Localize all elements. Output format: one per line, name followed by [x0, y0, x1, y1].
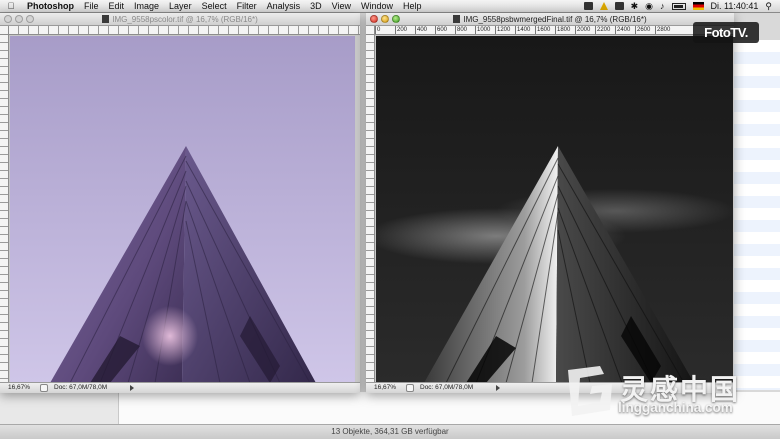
building-photo-color [10, 36, 355, 383]
window-title: IMG_9558psbwmergedFinal.tif @ 16,7% (RGB… [463, 15, 647, 24]
window-titlebar[interactable]: IMG_9558pscolor.tif @ 16,7% (RGB/16*) [0, 13, 360, 26]
ruler-tick-label: 0 [375, 26, 395, 34]
document-icon [102, 15, 110, 23]
zoom-field[interactable]: 16,67% [374, 383, 400, 393]
ruler-tick-label: 200 [395, 26, 415, 34]
horizontal-ruler[interactable] [9, 26, 360, 35]
display-icon[interactable] [583, 2, 593, 10]
status-arrow-icon[interactable] [496, 385, 500, 391]
fototv-logo: FotoTV. [693, 22, 759, 43]
volume-icon[interactable]: ♪ [660, 1, 665, 11]
menu-photoshop[interactable]: Photoshop [22, 0, 79, 13]
status-menu-icon[interactable] [406, 384, 414, 392]
document-status-bar: 16,67% Doc: 67,0M/78,0M [0, 382, 360, 393]
status-menu-icon[interactable] [40, 384, 48, 392]
bluetooth-icon[interactable]: ✱ [631, 1, 639, 12]
ruler-tick-label: 1200 [495, 26, 515, 34]
image-canvas[interactable] [376, 36, 733, 383]
doc-size-info: Doc: 67,0M/78,0M [54, 384, 108, 391]
doc-size-info: Doc: 67,0M/78,0M [420, 384, 474, 391]
status-arrow-icon[interactable] [130, 385, 134, 391]
menu-window[interactable]: Window [356, 0, 398, 13]
ruler-tick-label: 1800 [555, 26, 575, 34]
wifi-icon[interactable]: ◉ [645, 1, 653, 12]
horizontal-ruler[interactable]: 0 200 400 600 800 1000 1200 1400 1600 1800 2000 220… [375, 26, 734, 35]
menu-layer[interactable]: Layer [164, 0, 197, 13]
battery-icon[interactable] [671, 2, 686, 10]
zoom-button[interactable] [392, 15, 400, 23]
timemachine-icon[interactable] [614, 2, 624, 10]
ruler-tick-label: 1400 [515, 26, 535, 34]
ruler-tick-label: 1000 [475, 26, 495, 34]
menu-clock[interactable]: Di. 11:40:41 [711, 1, 759, 11]
ruler-origin[interactable] [0, 26, 9, 35]
window-controls [4, 15, 34, 23]
ruler-tick-label: 2800 [655, 26, 675, 34]
site-url: lingganchina.com [618, 400, 733, 415]
window-controls [370, 15, 400, 23]
menu-analysis[interactable]: Analysis [262, 0, 306, 13]
finder-status-bar: 13 Objekte, 364,31 GB verfügbar [0, 424, 780, 439]
ruler-tick-label: 400 [415, 26, 435, 34]
apple-menu-icon[interactable]:  [0, 1, 22, 11]
window-titlebar[interactable]: IMG_9558psbwmergedFinal.tif @ 16,7% (RGB… [366, 13, 734, 26]
window-title: IMG_9558pscolor.tif @ 16,7% (RGB/16*) [112, 15, 258, 24]
ruler-tick-label: 2600 [635, 26, 655, 34]
minimize-button[interactable] [15, 15, 23, 23]
menu-bar:  Photoshop File Edit Image Layer Select… [0, 0, 780, 13]
warning-icon[interactable] [599, 2, 608, 10]
menu-view[interactable]: View [327, 0, 356, 13]
building-photo-bw [376, 36, 733, 383]
ruler-tick-label: 2200 [595, 26, 615, 34]
image-canvas[interactable] [10, 36, 355, 383]
zoom-button[interactable] [26, 15, 34, 23]
minimize-button[interactable] [381, 15, 389, 23]
document-window-color: IMG_9558pscolor.tif @ 16,7% (RGB/16*) 16… [0, 13, 360, 393]
close-button[interactable] [370, 15, 378, 23]
menu-help[interactable]: Help [398, 0, 427, 13]
ruler-tick-label: 2400 [615, 26, 635, 34]
ruler-tick-label: 2000 [575, 26, 595, 34]
menu-filter[interactable]: Filter [232, 0, 262, 13]
input-source-icon[interactable] [692, 2, 704, 10]
close-button[interactable] [4, 15, 12, 23]
menu-file[interactable]: File [79, 0, 104, 13]
vertical-ruler[interactable] [0, 35, 9, 382]
ruler-tick-label: 800 [455, 26, 475, 34]
menu-edit[interactable]: Edit [104, 0, 130, 13]
ruler-tick-label: 600 [435, 26, 455, 34]
ruler-origin[interactable] [366, 26, 375, 35]
vertical-ruler[interactable] [366, 35, 375, 382]
zoom-field[interactable]: 16,67% [8, 383, 34, 393]
menu-3d[interactable]: 3D [305, 0, 327, 13]
menu-extras: ✱ ◉ ♪ Di. 11:40:41 ⚲ [583, 1, 780, 12]
document-icon [453, 15, 461, 23]
menu-image[interactable]: Image [129, 0, 164, 13]
document-window-bw: IMG_9558psbwmergedFinal.tif @ 16,7% (RGB… [366, 13, 734, 393]
spotlight-icon[interactable]: ⚲ [765, 1, 772, 12]
menu-select[interactable]: Select [197, 0, 232, 13]
ruler-tick-label: 1600 [535, 26, 555, 34]
